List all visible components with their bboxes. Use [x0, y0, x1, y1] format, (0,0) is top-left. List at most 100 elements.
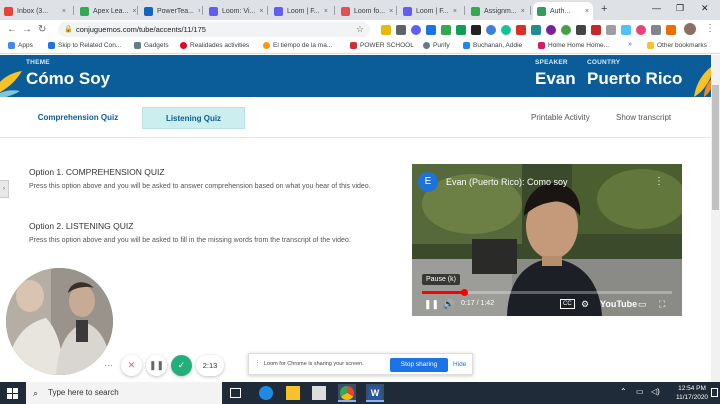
- speaker-icon[interactable]: ◁): [651, 387, 660, 396]
- extension-pdf-icon[interactable]: [516, 25, 526, 35]
- captions-icon[interactable]: CC: [560, 299, 575, 309]
- tab-close-icon[interactable]: ×: [132, 8, 136, 15]
- loom-webcam-bubble[interactable]: [6, 268, 113, 375]
- mail-icon[interactable]: [312, 386, 326, 400]
- close-window-button[interactable]: ✕: [701, 3, 709, 14]
- edge-icon[interactable]: [259, 386, 273, 400]
- tab-close-icon[interactable]: ×: [389, 8, 393, 15]
- browser-tab[interactable]: Auth... ×: [533, 2, 593, 20]
- extension-puzzle-icon[interactable]: [651, 25, 661, 35]
- browser-tab[interactable]: PowerTea... ×: [140, 2, 200, 20]
- tab-close-icon[interactable]: ×: [453, 8, 457, 15]
- video-progress-bar[interactable]: [422, 289, 672, 296]
- extension-print-icon[interactable]: [396, 25, 406, 35]
- extension-grey-icon[interactable]: [606, 25, 616, 35]
- tab-close-icon[interactable]: ×: [324, 8, 328, 15]
- extension-grammarly-icon[interactable]: [501, 25, 511, 35]
- page-scrollbar[interactable]: [711, 55, 720, 382]
- reload-icon[interactable]: ↻: [38, 24, 46, 36]
- cast-icon[interactable]: ▭: [638, 298, 647, 310]
- browser-tab[interactable]: Inbox (3... ×: [0, 2, 70, 20]
- forward-icon[interactable]: →: [22, 24, 32, 36]
- extension-dark-icon[interactable]: [576, 25, 586, 35]
- new-tab-button[interactable]: +: [601, 3, 607, 15]
- video-title[interactable]: Evan (Puerto Rico): Como soy: [446, 177, 568, 187]
- extension-green-icon[interactable]: [561, 25, 571, 35]
- show-transcript-link[interactable]: Show transcript: [616, 107, 671, 129]
- volume-icon[interactable]: 🔊: [443, 298, 454, 310]
- extension-teal-icon[interactable]: [531, 25, 541, 35]
- file-explorer-icon[interactable]: [286, 386, 300, 400]
- extension-g-icon[interactable]: [441, 25, 451, 35]
- browser-tab[interactable]: Loom | F... ×: [270, 2, 332, 20]
- scrollbar-thumb[interactable]: [712, 85, 719, 210]
- extension-sheet-icon[interactable]: [456, 25, 466, 35]
- extension-purple-icon[interactable]: [546, 25, 556, 35]
- progress-scrubber[interactable]: [460, 289, 468, 296]
- hide-button[interactable]: Hide: [453, 358, 466, 372]
- extension-red-icon[interactable]: [591, 25, 601, 35]
- extension-orange-icon[interactable]: [666, 25, 676, 35]
- fullscreen-icon[interactable]: ⛶: [659, 298, 665, 310]
- back-icon[interactable]: ←: [7, 24, 17, 36]
- bookmark-apps[interactable]: Apps: [8, 42, 33, 49]
- maximize-button[interactable]: ❐: [676, 3, 684, 14]
- bookmark-tiempo[interactable]: El tiempo de la ma...: [263, 42, 332, 49]
- extension-loom-icon[interactable]: [411, 25, 421, 35]
- extension-lightblue-icon[interactable]: [621, 25, 631, 35]
- printable-activity-link[interactable]: Printable Activity: [531, 107, 590, 129]
- extension-k-icon[interactable]: [471, 25, 481, 35]
- bookmark-gadgets[interactable]: Gadgets: [134, 42, 169, 49]
- comprehension-quiz-tab[interactable]: Comprehension Quiz: [28, 107, 128, 129]
- browser-tab[interactable]: Assignm... ×: [467, 2, 527, 20]
- loom-more-icon[interactable]: ···: [104, 360, 113, 370]
- browser-tab[interactable]: Loom: Vi... ×: [205, 2, 265, 20]
- bookmark-other[interactable]: Other bookmarks: [647, 42, 707, 49]
- pause-icon[interactable]: ❚❚: [424, 298, 439, 310]
- bookmark-buchanan[interactable]: Buchanan, Addie: [463, 42, 522, 49]
- extension-n-icon[interactable]: [381, 25, 391, 35]
- side-panel-handle[interactable]: ›: [0, 180, 9, 198]
- task-view-icon[interactable]: [230, 388, 241, 398]
- video-more-icon[interactable]: ⋮: [654, 176, 664, 187]
- bookmark-home[interactable]: Home Home Home...: [538, 42, 609, 49]
- bookmark-purify[interactable]: Purify: [423, 42, 450, 49]
- browser-tab[interactable]: Loom fo... ×: [337, 2, 395, 20]
- taskbar-clock[interactable]: 12:54 PM 11/17/2020: [676, 384, 708, 402]
- bookmark-realidades[interactable]: Realidades activities: [180, 42, 249, 49]
- browser-menu-icon[interactable]: ⋮: [705, 23, 715, 35]
- loom-finish-icon[interactable]: ✓: [171, 355, 192, 376]
- word-icon[interactable]: W: [366, 384, 384, 402]
- taskbar-search-input[interactable]: ⌕ Type here to search: [26, 382, 222, 404]
- show-hidden-icons[interactable]: ⌃: [620, 387, 627, 396]
- youtube-logo[interactable]: YouTube: [600, 299, 637, 309]
- channel-avatar[interactable]: E: [418, 172, 438, 192]
- more-bookmarks-icon[interactable]: »: [628, 41, 632, 48]
- bookmark-powerschool[interactable]: POWER SCHOOL: [350, 42, 414, 49]
- video-player[interactable]: E Evan (Puerto Rico): Como soy ⋮ Pause (…: [412, 164, 682, 316]
- profile-avatar[interactable]: [684, 23, 696, 35]
- notifications-icon[interactable]: [711, 388, 718, 397]
- stop-sharing-button[interactable]: Stop sharing: [390, 358, 448, 372]
- windows-start-icon[interactable]: [7, 388, 18, 399]
- browser-tab[interactable]: Apex Lea... ×: [76, 2, 136, 20]
- network-icon[interactable]: ▭: [636, 387, 644, 396]
- tab-close-icon[interactable]: ×: [198, 8, 200, 15]
- extension-blue-icon[interactable]: [426, 25, 436, 35]
- bookmark-skip[interactable]: Skip to Related Con...: [48, 42, 121, 49]
- browser-tab[interactable]: Loom | F... ×: [399, 2, 461, 20]
- loom-pause-icon[interactable]: ❚❚: [146, 355, 167, 376]
- address-bar[interactable]: 🔒 conjuguemos.com/tube/accents/11/175 ☆: [58, 22, 370, 37]
- settings-gear-icon[interactable]: ⚙: [581, 298, 589, 310]
- extension-edpuzzle-icon[interactable]: [486, 25, 496, 35]
- tab-close-icon[interactable]: ×: [585, 8, 589, 15]
- tab-close-icon[interactable]: ×: [62, 8, 66, 15]
- drag-handle-icon[interactable]: ⋮: [254, 359, 261, 367]
- extension-pink-icon[interactable]: [636, 25, 646, 35]
- tab-close-icon[interactable]: ×: [521, 8, 525, 15]
- star-icon[interactable]: ☆: [356, 22, 364, 37]
- minimize-button[interactable]: —: [652, 3, 661, 13]
- loom-cancel-icon[interactable]: ✕: [121, 355, 142, 376]
- tab-close-icon[interactable]: ×: [259, 8, 263, 15]
- chrome-icon[interactable]: [338, 384, 356, 402]
